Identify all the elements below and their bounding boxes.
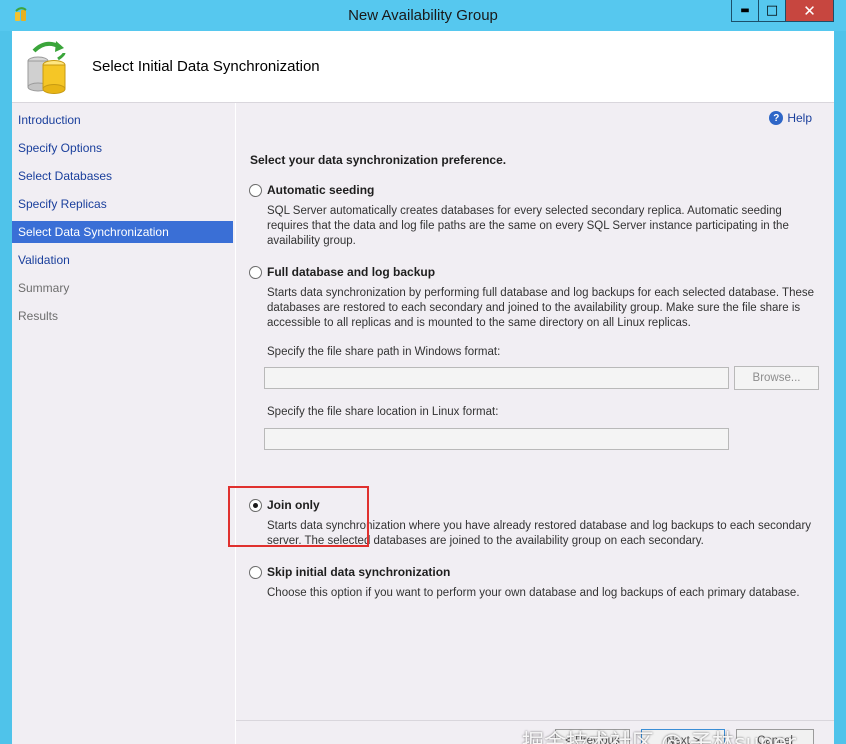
page-title: Select Initial Data Synchronization: [92, 58, 320, 75]
window-controls: ▬ □ ✕: [731, 0, 834, 22]
maximize-icon: □: [765, 3, 779, 18]
nav-item-specify-replicas[interactable]: Specify Replicas: [12, 193, 233, 215]
full-backup-label[interactable]: Full database and log backup: [267, 265, 435, 279]
minimize-button[interactable]: ▬: [731, 0, 759, 22]
database-sync-icon: [27, 41, 66, 94]
skip-sync-label[interactable]: Skip initial data synchronization: [267, 565, 450, 579]
close-icon: ✕: [803, 1, 816, 20]
nav-item-specify-options[interactable]: Specify Options: [12, 137, 233, 159]
linux-share-label: Specify the file share location in Linux…: [267, 406, 499, 418]
nav-item-select-data-synchronization[interactable]: Select Data Synchronization: [12, 221, 233, 243]
full-backup-description: Starts data synchronization by performin…: [267, 287, 815, 329]
linux-share-location-input[interactable]: [264, 428, 729, 450]
automatic-seeding-description: SQL Server automatically creates databas…: [267, 205, 789, 247]
nav-item-validation[interactable]: Validation: [12, 249, 233, 271]
full-backup-radio[interactable]: [249, 266, 262, 279]
sync-preference-prompt: Select your data synchronization prefere…: [250, 153, 507, 167]
automatic-seeding-radio[interactable]: [249, 184, 262, 197]
main-content: ? Help Select your data synchronization …: [228, 103, 834, 744]
wizard-window: Select Initial Data Synchronization Intr…: [12, 31, 834, 744]
nav-item-select-databases[interactable]: Select Databases: [12, 165, 233, 187]
automatic-seeding-label[interactable]: Automatic seeding: [267, 183, 374, 197]
skip-sync-radio[interactable]: [249, 566, 262, 579]
nav-item-summary: Summary: [18, 281, 70, 295]
help-link[interactable]: ? Help: [769, 111, 812, 125]
wizard-header: Select Initial Data Synchronization: [12, 31, 834, 103]
windows-share-path-input[interactable]: [264, 367, 729, 389]
nav-item-results: Results: [18, 309, 59, 323]
highlight-box: [228, 486, 369, 547]
close-button[interactable]: ✕: [786, 0, 834, 22]
windows-share-label: Specify the file share path in Windows f…: [267, 346, 501, 358]
window-title: New Availability Group: [348, 7, 498, 24]
help-icon: ?: [769, 111, 784, 125]
wizard-nav: Introduction Specify Options Select Data…: [12, 103, 235, 744]
maximize-button[interactable]: □: [759, 0, 786, 22]
minimize-icon: ▬: [740, 5, 750, 16]
watermark: 掘金技术社区 @ 子林super: [522, 731, 796, 744]
skip-sync-description: Choose this option if you want to perfor…: [267, 587, 800, 599]
browse-button[interactable]: Browse...: [734, 366, 819, 390]
nav-item-introduction[interactable]: Introduction: [12, 109, 233, 131]
title-bar: New Availability Group ▬ □ ✕: [0, 0, 846, 31]
help-label: Help: [787, 111, 812, 125]
